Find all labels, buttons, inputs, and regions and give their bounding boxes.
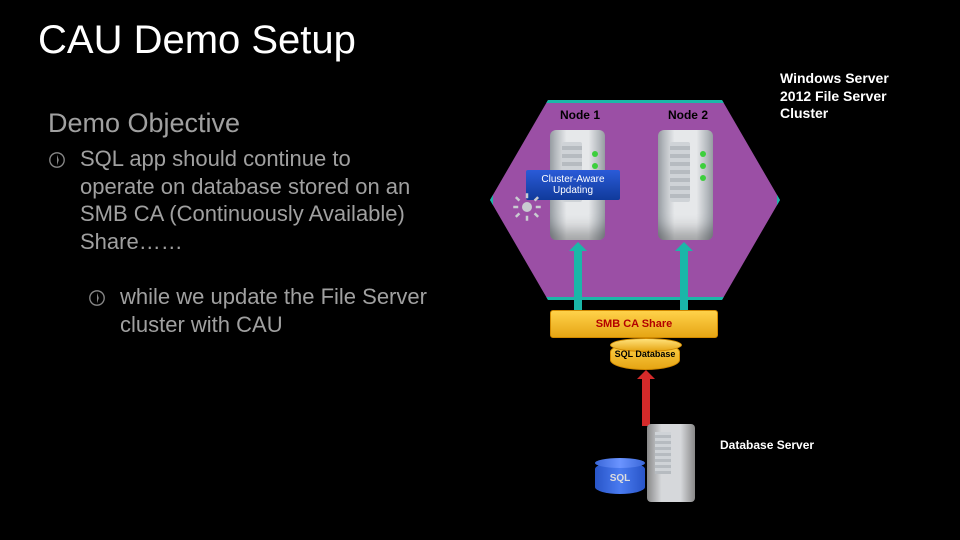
slide-title: CAU Demo Setup xyxy=(38,18,356,63)
sql-database-label: SQL Database xyxy=(610,350,680,359)
node1-label: Node 1 xyxy=(550,108,610,122)
bullet-item: SQL app should continue to operate on da… xyxy=(48,145,428,255)
arrow-up-icon xyxy=(574,250,582,310)
bullet-item: while we update the File Server cluster … xyxy=(88,283,428,338)
bullet-icon xyxy=(88,289,106,307)
bullet-icon xyxy=(48,151,66,169)
arrow-up-icon xyxy=(642,378,650,426)
section-heading: Demo Objective xyxy=(48,108,240,139)
gear-icon xyxy=(512,192,542,222)
bullet-list: SQL app should continue to operate on da… xyxy=(48,145,428,366)
node2-label: Node 2 xyxy=(658,108,718,122)
database-server-label: Database Server xyxy=(720,438,814,452)
bullet-text: while we update the File Server cluster … xyxy=(120,283,428,338)
database-server-icon: SQL xyxy=(595,424,695,502)
architecture-diagram: Windows Server 2012 File Server Cluster … xyxy=(480,70,940,530)
bullet-text: SQL app should continue to operate on da… xyxy=(80,145,428,255)
smb-share-box: SMB CA Share xyxy=(550,310,718,338)
cluster-label: Windows Server 2012 File Server Cluster xyxy=(780,70,920,123)
arrow-up-icon xyxy=(680,250,688,310)
cau-badge: Cluster-Aware Updating xyxy=(512,170,620,224)
sql-badge: SQL xyxy=(595,462,645,494)
sql-database-cylinder: SQL Database xyxy=(610,342,680,370)
server-icon xyxy=(658,130,713,240)
